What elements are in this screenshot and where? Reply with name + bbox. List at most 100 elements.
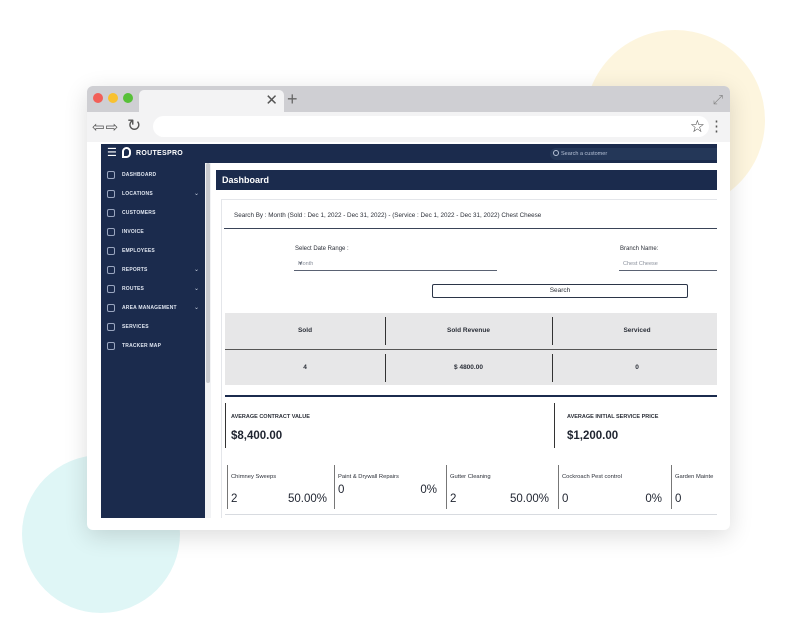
- browser-window: ✕ + ⤢ ⇦⇨ ↻ ☆ ⋮ ☰ ROUTESPRO Search a cust…: [87, 86, 730, 530]
- sidebar-item-label: INVOICE: [122, 229, 144, 235]
- divider: [446, 465, 447, 509]
- search-button[interactable]: Search: [432, 284, 688, 298]
- divider: [385, 317, 386, 345]
- sidebar-item-label: TRACKER MAP: [122, 343, 162, 349]
- chevron-down-icon: ⌄: [193, 286, 199, 292]
- chevron-down-icon: ⌄: [193, 191, 199, 197]
- divider: [224, 228, 717, 229]
- bookmark-star-icon[interactable]: ☆: [690, 116, 705, 137]
- reload-icon[interactable]: ↻: [127, 116, 141, 136]
- branch-label: Branch Name:: [620, 246, 659, 252]
- sidebar-item-tracker-map[interactable]: TRACKER MAP: [101, 339, 205, 355]
- sidebar-item-locations[interactable]: LOCATIONS ⌄: [101, 187, 205, 203]
- stat-value-sold-revenue: $ 4800.00: [454, 364, 483, 371]
- service-name: Chimney Sweeps: [231, 474, 277, 480]
- routes-icon: [107, 285, 115, 293]
- browser-nav-bar: ⇦⇨ ↻ ☆ ⋮: [87, 112, 730, 142]
- sidebar: DASHBOARD LOCATIONS ⌄ CUSTOMERS INVOICE …: [101, 163, 205, 518]
- stat-header-serviced: Serviced: [623, 327, 651, 334]
- service-percent: 0%: [645, 493, 662, 505]
- service-name: Garden Mainte: [675, 474, 714, 480]
- address-bar[interactable]: ☆: [153, 116, 709, 137]
- service-count: 0: [338, 484, 345, 496]
- sidebar-item-dashboard[interactable]: DASHBOARD: [101, 168, 205, 184]
- window-zoom-dot[interactable]: [123, 93, 133, 103]
- service-card-garden: Garden Mainte 0: [671, 463, 717, 511]
- chevron-down-icon: ⌄: [193, 305, 199, 311]
- service-count: 0: [562, 493, 569, 505]
- sidebar-item-label: LOCATIONS: [122, 191, 153, 197]
- divider: [671, 465, 672, 509]
- stat-value-serviced: 0: [635, 364, 639, 371]
- service-card-gutter: Gutter Cleaning 2 50.00%: [446, 463, 553, 511]
- service-name: Paint & Drywall Repairs: [338, 474, 399, 480]
- stat-header-sold: Sold: [297, 327, 313, 334]
- tab-close-icon[interactable]: ✕: [265, 91, 278, 111]
- stats-table: Sold Sold Revenue Serviced 4 $ 4800.00 0: [225, 313, 717, 385]
- services-icon: [107, 323, 115, 331]
- service-name: Gutter Cleaning: [450, 474, 491, 480]
- stat-value-sold: 4: [303, 364, 307, 371]
- sidebar-scrollbar[interactable]: [205, 163, 211, 518]
- app-topbar: ☰ ROUTESPRO Search a customer: [101, 144, 717, 163]
- stat-header-sold-revenue: Sold Revenue: [447, 327, 490, 334]
- search-summary: Search By : Month (Sold : Dec 1, 2022 - …: [234, 212, 542, 219]
- divider: [554, 403, 555, 448]
- service-name: Cockroach Pest control: [562, 474, 622, 480]
- page-title: Dashboard: [222, 175, 270, 185]
- date-range-select[interactable]: Month ▼: [294, 258, 497, 271]
- service-count: 2: [231, 493, 238, 505]
- employees-icon: [107, 247, 115, 255]
- dashboard-icon: [107, 171, 115, 179]
- brand-name: ROUTESPRO: [136, 150, 184, 157]
- avg-contract-value: $8,400.00: [231, 430, 283, 442]
- back-forward-icons[interactable]: ⇦⇨: [92, 118, 119, 136]
- customer-search-input[interactable]: Search a customer: [550, 148, 717, 160]
- sidebar-item-label: REPORTS: [122, 267, 148, 273]
- sidebar-item-label: AREA MANAGEMENT: [122, 305, 177, 311]
- window-close-dot[interactable]: [93, 93, 103, 103]
- caret-down-icon: ▼: [298, 261, 303, 267]
- sidebar-item-services[interactable]: SERVICES: [101, 320, 205, 336]
- divider: [552, 354, 553, 382]
- sidebar-item-invoice[interactable]: INVOICE: [101, 225, 205, 241]
- divider: [552, 317, 553, 345]
- section-divider: [225, 395, 717, 397]
- service-card-cockroach: Cockroach Pest control 0 0%: [558, 463, 666, 511]
- branch-input[interactable]: Chest Cheese: [619, 258, 717, 271]
- divider: [558, 465, 559, 509]
- search-placeholder: Search a customer: [561, 151, 608, 157]
- routespro-logo-icon: [122, 147, 131, 158]
- browser-menu-icon[interactable]: ⋮: [709, 117, 724, 137]
- window-minimize-dot[interactable]: [108, 93, 118, 103]
- service-percent: 0%: [420, 484, 437, 496]
- sidebar-item-employees[interactable]: EMPLOYEES: [101, 244, 205, 260]
- new-tab-icon[interactable]: +: [287, 88, 298, 110]
- branch-value: Chest Cheese: [623, 261, 658, 267]
- browser-tab[interactable]: ✕: [139, 90, 284, 112]
- service-card-chimney: Chimney Sweeps 2 50.00%: [227, 463, 331, 511]
- browser-tab-bar: ✕ + ⤢: [87, 86, 730, 112]
- service-card-paint-drywall: Paint & Drywall Repairs 0 0%: [334, 463, 441, 511]
- location-icon: [107, 190, 115, 198]
- page-title-bar: Dashboard: [216, 170, 717, 190]
- divider: [334, 465, 335, 509]
- fullscreen-icon[interactable]: ⤢: [713, 92, 723, 108]
- sidebar-item-area-management[interactable]: AREA MANAGEMENT ⌄: [101, 301, 205, 317]
- sidebar-item-label: DASHBOARD: [122, 172, 157, 178]
- search-icon: [553, 150, 559, 156]
- hamburger-menu-icon[interactable]: ☰: [107, 147, 117, 160]
- date-range-label: Select Date Range :: [295, 246, 349, 252]
- sidebar-item-customers[interactable]: CUSTOMERS: [101, 206, 205, 222]
- sidebar-item-label: ROUTES: [122, 286, 145, 292]
- sidebar-item-reports[interactable]: REPORTS ⌄: [101, 263, 205, 279]
- invoice-icon: [107, 228, 115, 236]
- divider: [225, 514, 717, 515]
- app-viewport: ☰ ROUTESPRO Search a customer DASHBOARD …: [101, 144, 717, 518]
- divider: [385, 354, 386, 382]
- map-icon: [107, 342, 115, 350]
- service-percent: 50.00%: [287, 493, 327, 505]
- scrollbar-thumb[interactable]: [206, 163, 210, 383]
- sidebar-item-label: SERVICES: [122, 324, 149, 330]
- sidebar-item-routes[interactable]: ROUTES ⌄: [101, 282, 205, 298]
